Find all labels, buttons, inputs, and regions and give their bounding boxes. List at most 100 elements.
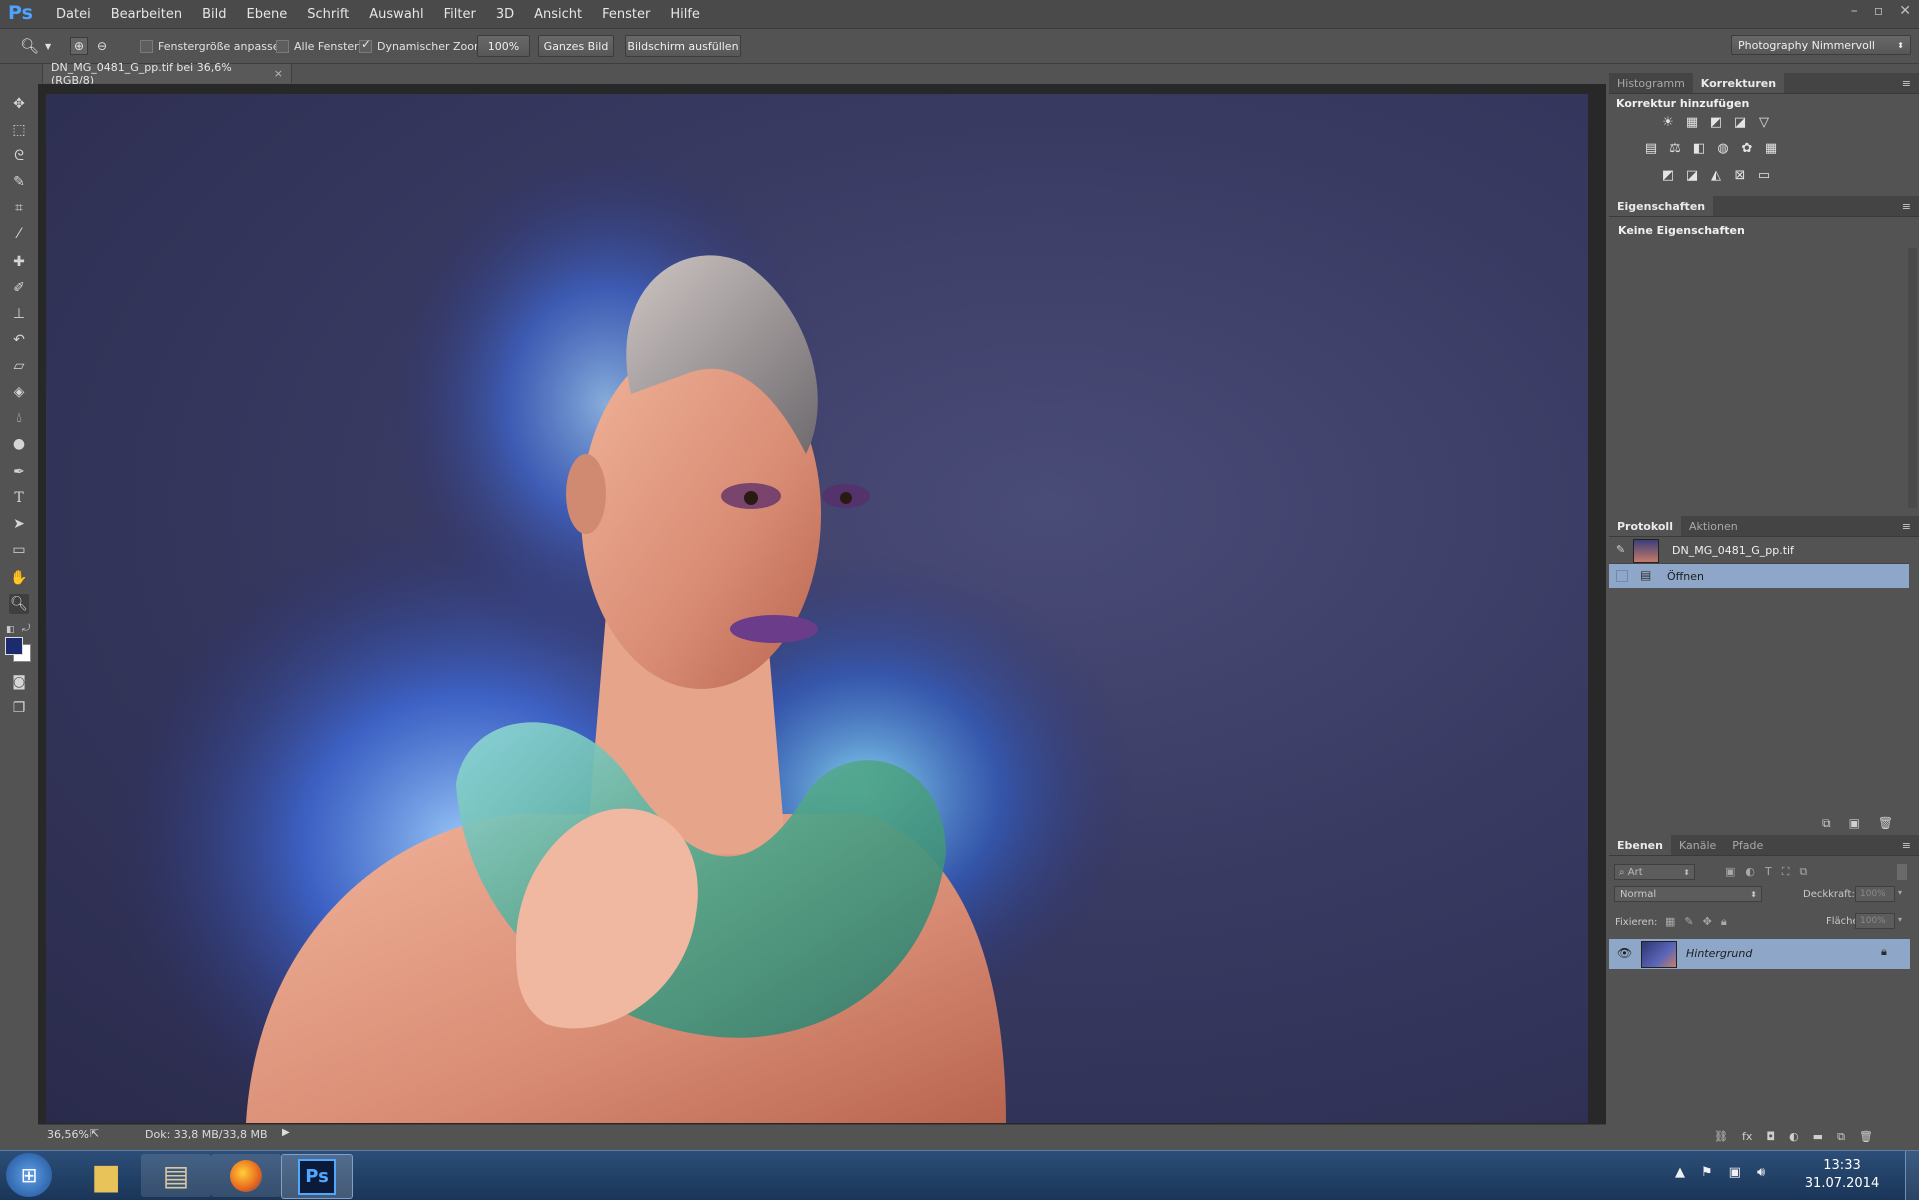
doc-info[interactable]: Dok: 33,8 MB/33,8 MB (145, 1128, 268, 1141)
quick-selection-tool-icon[interactable]: ✎ (9, 172, 29, 192)
blend-mode-select[interactable]: Normal ⬍ (1614, 886, 1762, 902)
photoshop-icon[interactable]: Ps (281, 1154, 353, 1199)
zoom-level[interactable]: 36,56% (47, 1128, 89, 1141)
share-icon[interactable]: ⇱ (90, 1127, 99, 1140)
channel-mixer-icon[interactable]: ✿ (1739, 141, 1755, 157)
marquee-tool-icon[interactable]: ⬚ (9, 120, 29, 140)
filter-adjustment-icon[interactable]: ◐ (1745, 865, 1755, 879)
scrubby-zoom-checkbox[interactable] (359, 37, 372, 53)
zoom-tool-preset-picker[interactable]: 🔍︎ ▼ (20, 29, 51, 63)
path-selection-tool-icon[interactable]: ➤ (9, 514, 29, 534)
firefox-icon[interactable] (211, 1154, 281, 1197)
zoom-100-button[interactable]: 100% (477, 35, 530, 57)
history-brush-tool-icon[interactable]: ↶ (9, 330, 29, 350)
levels-icon[interactable]: ▦ (1684, 115, 1700, 131)
default-colors-icon[interactable]: ◧ (6, 625, 15, 635)
lock-pixels-icon[interactable]: ✎ (1684, 915, 1693, 929)
hand-tool-icon[interactable]: ✋ (9, 568, 29, 588)
lock-transparency-icon[interactable]: ▦ (1665, 915, 1675, 929)
close-window-button[interactable]: ✕ (1899, 3, 1911, 19)
network-icon[interactable]: ▣ (1729, 1165, 1741, 1180)
menu-schrift[interactable]: Schrift (297, 7, 359, 22)
document-tab[interactable]: DN_MG_0481_G_pp.tif bei 36,6% (RGB/8) × (42, 61, 292, 87)
threshold-icon[interactable]: ◭ (1708, 168, 1724, 184)
explorer-icon[interactable]: ▆ (71, 1154, 141, 1197)
brightness-icon[interactable]: ☀ (1660, 115, 1676, 131)
filter-pixel-icon[interactable]: ▣ (1725, 865, 1735, 879)
restore-button[interactable]: ▫ (1874, 3, 1884, 19)
layer-row[interactable]: 👁︎ Hintergrund 🔒︎ (1609, 939, 1910, 969)
new-document-from-state-icon[interactable]: ⧉ (1822, 816, 1831, 831)
filter-type-icon[interactable]: T (1765, 865, 1772, 879)
swap-colors-icon[interactable]: ⤾ (22, 623, 30, 634)
pen-tool-icon[interactable]: ✒ (9, 462, 29, 482)
lock-position-icon[interactable]: ✥ (1703, 915, 1712, 929)
fit-window-checkbox[interactable] (140, 39, 153, 53)
menu-ansicht[interactable]: Ansicht (524, 7, 592, 22)
fill-field[interactable]: 100% (1855, 913, 1895, 929)
document-image[interactable] (46, 94, 1588, 1123)
gradient-map-icon[interactable]: ▭ (1756, 168, 1772, 184)
menu-hilfe[interactable]: Hilfe (660, 7, 710, 22)
zoom-tool-icon[interactable]: 🔍︎ (9, 594, 29, 614)
panel-menu-icon[interactable]: ≡ (1894, 73, 1919, 93)
panel-menu-icon[interactable]: ≡ (1894, 835, 1919, 855)
start-button[interactable]: ⊞ (6, 1153, 52, 1197)
properties-scrollbar[interactable] (1908, 248, 1917, 508)
layer-filter-select[interactable]: ⌕ Art ⬍ (1614, 864, 1695, 880)
history-source-box[interactable] (1616, 570, 1628, 582)
eyedropper-tool-icon[interactable]: ⁄ (9, 224, 29, 244)
delete-layer-icon[interactable]: 🗑︎ (1859, 1130, 1873, 1144)
volume-icon[interactable]: 🔊︎ (1757, 1165, 1765, 1180)
quick-mask-icon[interactable]: ◙ (9, 672, 29, 692)
paint-bucket-tool-icon[interactable]: ◈ (9, 382, 29, 402)
selective-color-icon[interactable]: ⊠ (1732, 168, 1748, 184)
blur-tool-icon[interactable]: 💧︎ (9, 408, 29, 428)
scrubby-zoom-option[interactable]: Dynamischer Zoom (359, 29, 485, 63)
clock[interactable]: 13:33 31.07.2014 (1800, 1157, 1884, 1193)
rectangle-tool-icon[interactable]: ▭ (9, 540, 29, 560)
tab-actions[interactable]: Aktionen (1681, 516, 1746, 536)
filter-smart-icon[interactable]: ⧉ (1799, 865, 1807, 879)
delete-state-icon[interactable]: 🗑︎ (1878, 816, 1893, 831)
brush-tool-icon[interactable]: ✐ (9, 278, 29, 298)
file-manager-icon[interactable]: ▤ (141, 1154, 211, 1197)
filter-toggle[interactable] (1897, 864, 1907, 880)
tab-channels[interactable]: Kanäle (1671, 835, 1724, 855)
new-layer-icon[interactable]: ⧉ (1837, 1130, 1845, 1144)
tab-layers[interactable]: Ebenen (1609, 835, 1671, 855)
show-hidden-icons-icon[interactable]: ▲ (1675, 1165, 1685, 1180)
add-mask-icon[interactable]: ◘ (1766, 1130, 1775, 1144)
tab-history[interactable]: Protokoll (1609, 516, 1681, 536)
panel-menu-icon[interactable]: ≡ (1894, 196, 1919, 216)
filter-shape-icon[interactable]: ⛶ (1782, 865, 1790, 879)
screen-mode-icon[interactable]: ❐ (9, 698, 29, 718)
dodge-tool-icon[interactable]: ● (9, 434, 29, 454)
menu-ebene[interactable]: Ebene (237, 7, 298, 22)
black-white-icon[interactable]: ◧ (1691, 141, 1707, 157)
status-menu-arrow-icon[interactable]: ▶ (282, 1127, 290, 1138)
link-layers-icon[interactable]: ⛓ (1714, 1130, 1728, 1144)
fill-screen-button[interactable]: Bildschirm ausfüllen (625, 35, 741, 57)
crop-tool-icon[interactable]: ⌗ (9, 198, 29, 218)
menu-bearbeiten[interactable]: Bearbeiten (101, 7, 192, 22)
vibrance-icon[interactable]: ▽ (1756, 115, 1772, 131)
opacity-field[interactable]: 100% (1855, 886, 1895, 902)
layer-style-icon[interactable]: fx (1742, 1130, 1752, 1144)
color-balance-icon[interactable]: ⚖ (1667, 141, 1683, 157)
fit-on-screen-button[interactable]: Ganzes Bild (538, 35, 614, 57)
menu-bild[interactable]: Bild (192, 7, 236, 22)
invert-icon[interactable]: ◩ (1660, 168, 1676, 184)
history-item[interactable]: ▤ Öffnen (1609, 564, 1909, 588)
lock-all-icon[interactable]: 🔒︎ (1721, 915, 1727, 929)
visibility-eye-icon[interactable]: 👁︎ (1617, 946, 1632, 960)
eraser-tool-icon[interactable]: ▱ (9, 356, 29, 376)
action-center-flag-icon[interactable]: ⚑ (1701, 1165, 1713, 1180)
foreground-color-swatch[interactable] (5, 637, 23, 655)
tab-histogram[interactable]: Histogramm (1609, 73, 1693, 93)
minimize-button[interactable]: – (1851, 3, 1858, 19)
zoom-out-button[interactable]: ⊖ (97, 29, 107, 63)
type-tool-icon[interactable]: T (9, 488, 29, 508)
layer-name[interactable]: Hintergrund (1686, 947, 1752, 960)
color-lookup-icon[interactable]: ▦ (1763, 141, 1779, 157)
